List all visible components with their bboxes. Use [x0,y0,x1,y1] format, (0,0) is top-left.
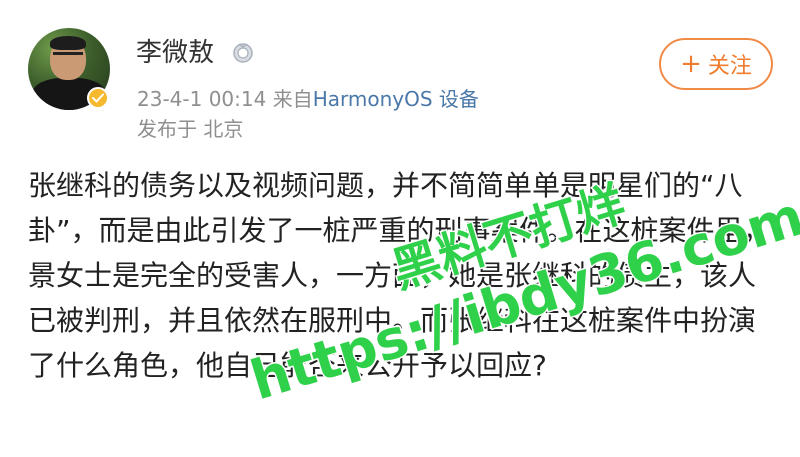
follow-button-label: 关注 [707,54,752,79]
post-location: 发布于 北京 [137,117,244,141]
plus-icon: + [680,49,702,79]
post-content: 张继科的债务以及视频问题，并不简简单单是明星们的“八卦”，而是由此引发了一桩严重… [28,169,771,382]
weibo-post: 李微敖 23-4-1 00:14 来自HarmonyOS 设备 发布于 北京 +… [0,0,800,457]
source-prefix: 来自 [272,87,313,111]
source-device-link[interactable]: HarmonyOS 设备 [313,87,479,111]
medal-icon [233,43,253,63]
avatar-glasses [53,52,83,63]
avatar-hair [50,36,86,50]
author-name[interactable]: 李微敖 [136,36,214,70]
post-timestamp: 23-4-1 00:14 [137,87,267,111]
post-meta: 23-4-1 00:14 来自HarmonyOS 设备 [137,86,479,112]
verified-badge-icon [87,87,109,109]
follow-button[interactable]: + 关注 [659,38,773,90]
